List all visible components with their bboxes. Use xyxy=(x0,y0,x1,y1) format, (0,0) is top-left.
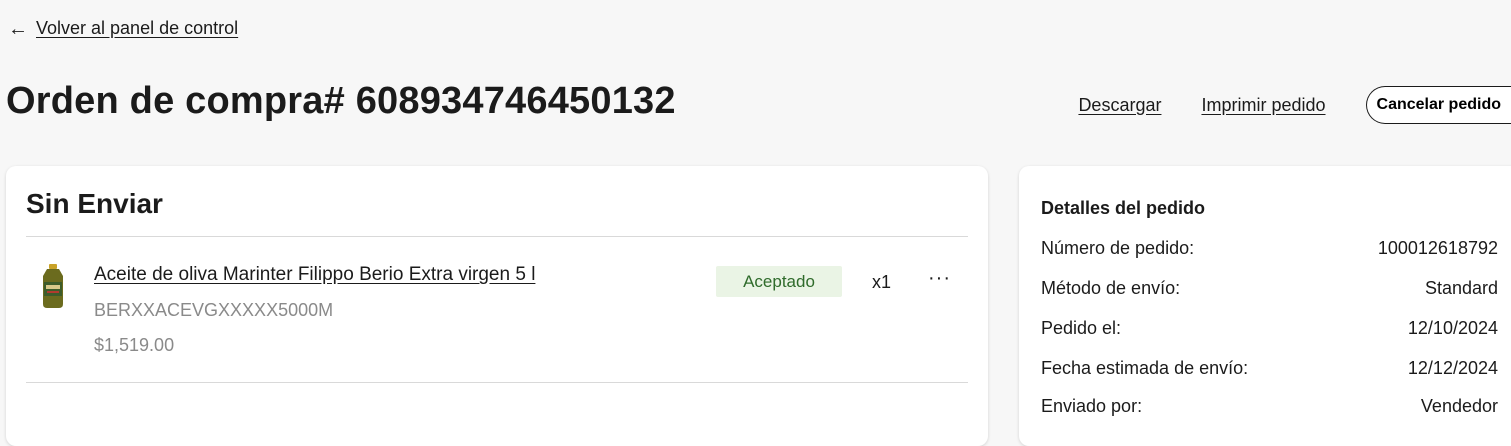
detail-label: Fecha estimada de envío: xyxy=(1041,358,1249,378)
item-quantity: x1 xyxy=(872,272,892,292)
print-order-link[interactable]: Imprimir pedido xyxy=(1201,95,1325,116)
status-badge: Aceptado xyxy=(716,266,842,297)
product-sku: BERXXACEVGXXXXX5000M xyxy=(94,300,334,320)
product-name-link[interactable]: Aceite de oliva Marinter Filippo Berio E… xyxy=(94,264,535,286)
cancel-order-button[interactable]: Cancelar pedido xyxy=(1365,86,1511,124)
more-options-button[interactable]: ··· xyxy=(928,267,951,290)
header-actions: Descargar Imprimir pedido Cancelar pedid… xyxy=(1078,86,1511,124)
shipment-status-title: Sin Enviar xyxy=(26,188,163,219)
detail-label: Enviado por: xyxy=(1041,396,1143,416)
page-title: Orden de compra# 608934746450132 xyxy=(6,80,676,122)
detail-row-order-date: Pedido el: 12/10/2024 xyxy=(1041,318,1498,339)
back-link-label: Volver al panel de control xyxy=(36,18,239,38)
olive-oil-bottle-icon xyxy=(43,264,63,308)
divider xyxy=(26,382,968,383)
back-to-dashboard-link[interactable]: ← Volver al panel de control xyxy=(8,18,238,39)
detail-row-shipping-method: Método de envío: Standard xyxy=(1041,278,1498,299)
divider xyxy=(26,236,968,237)
order-details-card: Detalles del pedido Número de pedido: 10… xyxy=(1019,166,1511,446)
detail-label: Pedido el: xyxy=(1041,318,1122,338)
detail-label: Método de envío: xyxy=(1041,278,1181,298)
detail-value: 100012618792 xyxy=(1377,238,1498,258)
detail-row-estimated-ship-date: Fecha estimada de envío: 12/12/2024 xyxy=(1041,358,1498,379)
detail-label: Número de pedido: xyxy=(1041,238,1195,258)
detail-row-shipped-by: Enviado por: Vendedor xyxy=(1041,396,1498,417)
shipment-card: Sin Enviar Aceite de oliva Marinter Fili… xyxy=(6,166,988,446)
detail-value: Standard xyxy=(1424,278,1498,298)
order-details-title: Detalles del pedido xyxy=(1041,198,1206,218)
arrow-left-icon: ← xyxy=(8,17,28,40)
detail-value: Vendedor xyxy=(1420,396,1498,416)
detail-value: 12/10/2024 xyxy=(1407,318,1498,338)
detail-row-order-number: Número de pedido: 100012618792 xyxy=(1041,238,1498,259)
product-price: $1,519.00 xyxy=(94,335,175,355)
detail-value: 12/12/2024 xyxy=(1407,358,1498,378)
download-link[interactable]: Descargar xyxy=(1078,95,1161,116)
